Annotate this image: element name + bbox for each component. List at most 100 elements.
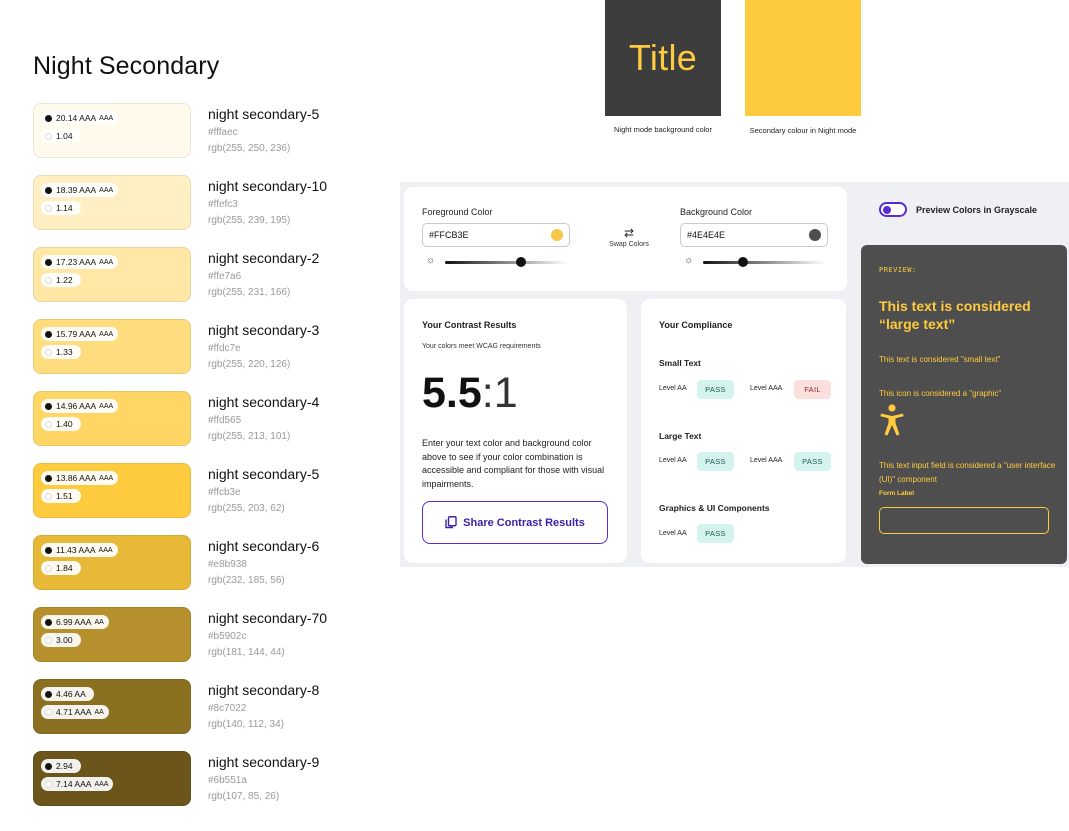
share-results-button[interactable]: Share Contrast Results: [422, 501, 608, 544]
swatch-rgb: rgb(255, 220, 126): [208, 359, 291, 370]
black-contrast-rating: AAA: [98, 546, 113, 554]
black-dot-icon: [45, 114, 52, 122]
black-text-contrast-pill: 13.86 AAA AAA: [41, 471, 119, 485]
black-contrast-value: 18.39 AAA: [56, 185, 97, 195]
grayscale-toggle-row[interactable]: Preview Colors in Grayscale: [879, 202, 1037, 217]
white-contrast-value: 4.71 AAA: [56, 707, 92, 717]
title-preview-text: Title: [628, 37, 698, 78]
swatch-row: 17.23 AAA AAA 1.22 night secondary-2 #ff…: [33, 247, 343, 303]
results-heading: Your Contrast Results: [422, 320, 517, 330]
compliance-card: Your Compliance Small Text Level AA PASS…: [641, 299, 846, 563]
contrast-checker: Foreground Color #FFCB3E ☼ ⇄ Swap Colors…: [400, 182, 1069, 567]
preview-form-label: Form Label: [879, 490, 915, 497]
foreground-color-swatch[interactable]: [551, 229, 563, 241]
swatch-row: 15.79 AAA AAA 1.33 night secondary-3 #ff…: [33, 319, 343, 375]
color-swatch[interactable]: 15.79 AAA AAA 1.33: [33, 319, 191, 374]
graphics-title: Graphics & UI Components: [659, 503, 770, 513]
status-badge: PASS: [697, 524, 734, 543]
color-swatch[interactable]: 17.23 AAA AAA 1.22: [33, 247, 191, 302]
swatch-rgb: rgb(255, 213, 101): [208, 431, 291, 442]
black-contrast-rating: AAA: [99, 402, 114, 410]
white-text-contrast-pill: 1.04: [41, 129, 81, 143]
slider-track[interactable]: [703, 261, 825, 264]
background-color-input[interactable]: #4E4E4E: [680, 223, 828, 247]
black-text-contrast-pill: 15.79 AAA AAA: [41, 327, 119, 341]
white-contrast-value: 1.40: [56, 419, 73, 429]
white-dot-icon: [45, 780, 52, 788]
black-dot-icon: [45, 402, 52, 410]
ratio-value: 5.5: [422, 369, 482, 417]
preview-text-input[interactable]: [879, 507, 1049, 534]
color-swatch[interactable]: 2.94 7.14 AAA AAA: [33, 751, 191, 806]
swatch-rgb: rgb(232, 185, 56): [208, 575, 285, 586]
white-dot-icon: [45, 420, 52, 428]
color-swatch[interactable]: 18.39 AAA AAA 1.14: [33, 175, 191, 230]
page-title: Night Secondary: [33, 52, 220, 80]
swatch-name: night secondary-4: [208, 394, 320, 410]
preview-large-text: This text is considered “large text”: [879, 298, 1031, 332]
swatch-hex: #b5902c: [208, 631, 247, 642]
share-results-label: Share Contrast Results: [463, 516, 585, 529]
swatch-hex: #ffefc3: [208, 199, 238, 210]
white-contrast-value: 3.00: [56, 635, 73, 645]
title-preview-card: Title: [605, 0, 721, 116]
level-aa-label: Level AA: [659, 385, 687, 392]
color-swatch[interactable]: 6.99 AAA AA 3.00: [33, 607, 191, 662]
white-text-contrast-pill: 7.14 AAA AAA: [41, 777, 114, 791]
white-contrast-value: 1.33: [56, 347, 73, 357]
white-contrast-value: 1.14: [56, 203, 73, 213]
swatch-hex: #fffaec: [208, 127, 238, 138]
foreground-lightness-slider[interactable]: ☼: [426, 255, 568, 267]
background-color-swatch[interactable]: [809, 229, 821, 241]
sun-icon: ☼: [426, 255, 436, 266]
color-swatch[interactable]: 13.86 AAA AAA 1.51: [33, 463, 191, 518]
preview-panel: PREVIEW: This text is considered “large …: [861, 245, 1067, 564]
ratio-suffix: :1: [481, 369, 518, 417]
slider-thumb[interactable]: [738, 257, 749, 267]
black-contrast-rating: AAA: [99, 114, 114, 122]
swap-colors-label: Swap Colors: [609, 241, 649, 248]
secondary-color-card: [745, 0, 861, 116]
compliance-heading: Your Compliance: [659, 320, 733, 330]
white-dot-icon: [45, 348, 52, 356]
black-contrast-value: 6.99 AAA: [56, 617, 92, 627]
swatch-rgb: rgb(107, 85, 26): [208, 791, 280, 802]
swatch-hex: #6b551a: [208, 775, 247, 786]
white-text-contrast-pill: 1.84: [41, 561, 81, 575]
black-contrast-value: 13.86 AAA: [56, 473, 97, 483]
level-aa-label: Level AA: [659, 530, 687, 537]
black-text-contrast-pill: 17.23 AAA AAA: [41, 255, 119, 269]
foreground-label: Foreground Color: [422, 207, 493, 217]
white-text-contrast-pill: 1.14: [41, 201, 81, 215]
color-swatch[interactable]: 20.14 AAA AAA 1.04: [33, 103, 191, 158]
swap-colors-button[interactable]: ⇄ Swap Colors: [599, 227, 659, 248]
swatch-row: 20.14 AAA AAA 1.04 night secondary-5 #ff…: [33, 103, 343, 159]
white-contrast-value: 1.22: [56, 275, 73, 285]
background-lightness-slider[interactable]: ☼: [684, 255, 826, 267]
white-contrast-value: 1.51: [56, 491, 73, 501]
swatch-hex: #ffd565: [208, 415, 242, 426]
slider-track[interactable]: [445, 261, 567, 264]
swatch-rgb: rgb(255, 239, 195): [208, 215, 291, 226]
swatch-hex: #e8b938: [208, 559, 247, 570]
swatch-name: night secondary-70: [208, 610, 328, 626]
results-subtitle: Your colors meet WCAG requirements: [422, 343, 541, 350]
background-value: #4E4E4E: [687, 230, 726, 240]
sun-icon: ☼: [684, 255, 694, 266]
slider-thumb[interactable]: [515, 257, 526, 267]
grayscale-toggle-label: Preview Colors in Grayscale: [916, 204, 1038, 215]
foreground-color-input[interactable]: #FFCB3E: [422, 223, 570, 247]
results-description: Enter your text color and background col…: [422, 438, 605, 489]
white-dot-icon: [45, 204, 52, 212]
color-swatch[interactable]: 4.46 AA 4.71 AAA AA: [33, 679, 191, 734]
white-contrast-value: 1.04: [56, 131, 73, 141]
status-badge: PASS: [697, 452, 734, 471]
grayscale-toggle[interactable]: [879, 202, 907, 217]
color-swatch[interactable]: 11.43 AAA AAA 1.84: [33, 535, 191, 590]
swatch-name: night secondary-8: [208, 682, 320, 698]
black-dot-icon: [45, 474, 52, 482]
swatch-hex: #ffe7a6: [208, 271, 242, 282]
black-dot-icon: [45, 762, 52, 770]
white-text-contrast-pill: 1.33: [41, 345, 81, 359]
color-swatch[interactable]: 14.96 AAA AAA 1.40: [33, 391, 191, 446]
